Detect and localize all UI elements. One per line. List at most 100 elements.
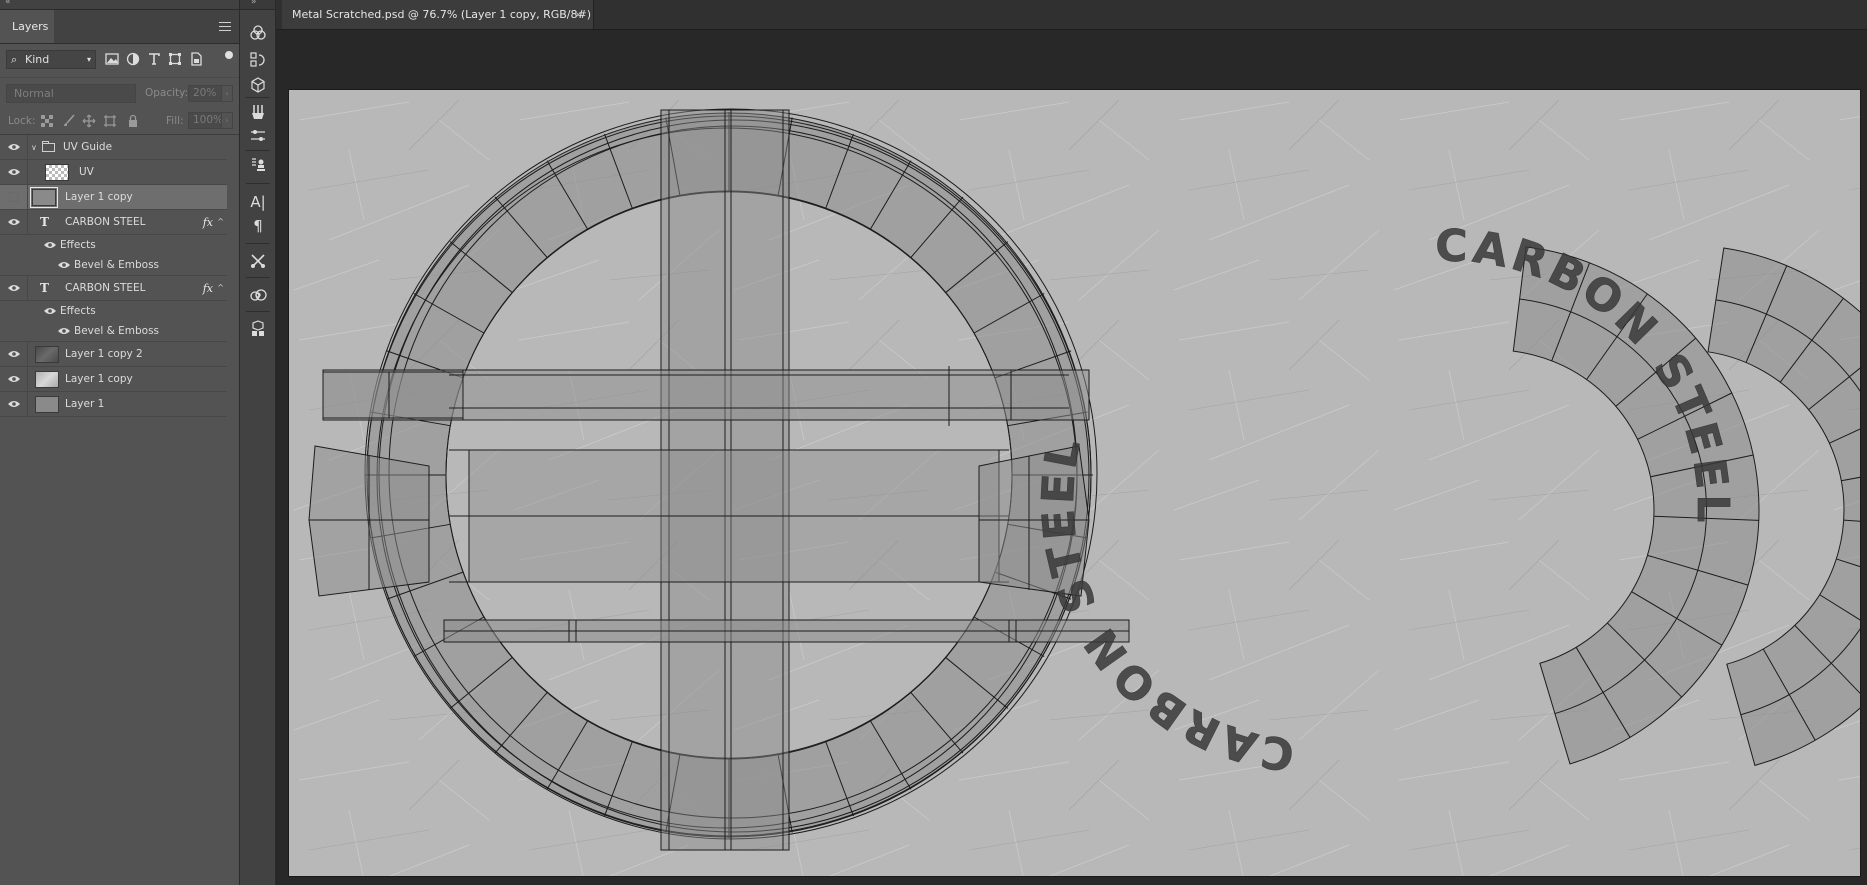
eye-icon[interactable] (8, 143, 20, 151)
brushes-panel-icon[interactable] (249, 103, 267, 121)
lock-image-brush-icon[interactable] (62, 114, 76, 128)
layer-list: ∨ UV Guide UV Layer 1 copy T CARBON STEE… (0, 135, 227, 417)
document-area: Metal Scratched.psd @ 76.7% (Layer 1 cop… (276, 0, 1867, 885)
lock-position-move-icon[interactable] (82, 114, 96, 128)
expand-arrows-icon[interactable]: » (251, 0, 257, 7)
shape-filter-icon[interactable] (167, 51, 183, 67)
folder-icon (42, 141, 55, 152)
filter-toggle-dot[interactable] (225, 51, 233, 59)
adjustment-filter-icon[interactable] (125, 51, 141, 67)
eye-icon[interactable] (8, 168, 20, 176)
visibility-column (0, 135, 28, 159)
divider (246, 243, 270, 244)
layer-name: Layer 1 copy 2 (65, 348, 143, 360)
lock-all-icon[interactable] (126, 114, 140, 128)
eye-icon[interactable] (8, 218, 20, 226)
dock-collapse-bar[interactable]: » (240, 0, 275, 10)
layer-row-uv-guide[interactable]: ∨ UV Guide (0, 135, 227, 160)
visibility-column (0, 301, 28, 321)
layer-row-layer-1[interactable]: Layer 1 (0, 392, 227, 417)
layer-row-layer-1-copy-selected[interactable]: Layer 1 copy (0, 185, 227, 210)
uv-layout-canvas[interactable]: CARBON STEEL CARBON STEEL (289, 90, 1860, 876)
panel-menu-icon[interactable] (219, 22, 231, 31)
divider (246, 150, 270, 151)
effect-name: Bevel & Emboss (74, 259, 160, 271)
layer-thumbnail (30, 187, 58, 208)
visibility-column (0, 342, 28, 366)
close-icon[interactable]: × (574, 0, 583, 29)
type-layer-icon: T (40, 281, 49, 295)
eye-icon[interactable] (8, 375, 20, 383)
chevron-up-icon[interactable]: ^ (217, 217, 224, 226)
visibility-column (0, 367, 28, 391)
effect-name: Bevel & Emboss (74, 325, 160, 337)
eye-icon[interactable] (44, 307, 56, 315)
canvas[interactable]: CARBON STEEL CARBON STEEL (288, 89, 1861, 877)
layer-row-uv[interactable]: UV (0, 160, 227, 185)
lock-transparent-icon[interactable] (40, 114, 54, 128)
divider (246, 183, 270, 184)
layer-row-carbon-steel-text[interactable]: T CARBON STEEL fx ^ (0, 276, 227, 301)
chevron-down-icon: ▾ (86, 55, 91, 64)
tab-layers[interactable]: Layers (0, 10, 54, 43)
layer-name: Layer 1 copy (65, 191, 133, 203)
divider (246, 311, 270, 312)
layer-name: CARBON STEEL (65, 282, 146, 294)
layer-row-effects[interactable]: Effects (0, 235, 227, 255)
panel-collapse-bar[interactable]: « (0, 0, 239, 10)
3d-panel-icon[interactable] (249, 76, 267, 94)
fill-field[interactable]: 100% (188, 112, 223, 129)
blend-mode-select[interactable]: Normal (6, 84, 136, 103)
layer-row-bevel-emboss[interactable]: Bevel & Emboss (0, 321, 227, 342)
lock-artboard-icon[interactable] (103, 114, 117, 128)
visibility-column (0, 276, 28, 300)
chevron-down-icon[interactable]: ∨ (31, 135, 37, 160)
layer-row-layer-1-copy-2[interactable]: Layer 1 copy 2 (0, 342, 227, 367)
pixel-filter-icon[interactable] (104, 51, 120, 67)
fx-icon[interactable]: fx (203, 210, 213, 235)
smart-object-filter-icon[interactable] (188, 51, 204, 67)
opacity-field[interactable]: 20% (188, 85, 222, 102)
visibility-column (0, 210, 28, 234)
color-panel-icon[interactable] (249, 24, 267, 42)
eye-icon[interactable] (58, 327, 70, 335)
opacity-label: Opacity: (145, 87, 189, 99)
filter-kind-label: Kind (25, 53, 50, 66)
divider (246, 97, 270, 98)
effects-label: Effects (60, 239, 96, 251)
layer-name: Layer 1 (65, 398, 105, 410)
fill-dropdown-icon[interactable]: › (221, 112, 233, 129)
brush-settings-icon[interactable] (249, 127, 267, 145)
layer-row-effects[interactable]: Effects (0, 301, 227, 321)
layer-row-carbon-steel-text[interactable]: T CARBON STEEL fx ^ (0, 210, 227, 235)
visibility-column (0, 392, 28, 416)
type-filter-icon[interactable] (146, 51, 162, 67)
layer-name: UV (79, 166, 94, 178)
filter-kind-select[interactable]: ⌕ Kind ▾ (6, 50, 96, 69)
eye-icon[interactable] (8, 400, 20, 408)
tool-presets-icon[interactable] (249, 252, 267, 270)
eye-icon[interactable] (58, 261, 70, 269)
clone-source-icon[interactable] (249, 156, 267, 174)
fill-label: Fill: (166, 115, 184, 127)
visibility-column (0, 255, 28, 275)
eye-icon[interactable] (8, 284, 20, 292)
eye-icon[interactable] (44, 241, 56, 249)
paragraph-panel-icon[interactable]: ¶ (249, 217, 267, 235)
lock-row: Lock: Fill: 100% › (0, 108, 239, 135)
fx-icon[interactable]: fx (203, 276, 213, 301)
document-tab[interactable]: Metal Scratched.psd @ 76.7% (Layer 1 cop… (282, 0, 594, 29)
visibility-off-icon[interactable] (9, 192, 19, 202)
layer-name: UV Guide (63, 141, 113, 153)
character-panel-icon[interactable]: A| (249, 193, 267, 211)
collapse-arrows-icon[interactable]: « (5, 0, 11, 7)
layer-row-layer-1-copy[interactable]: Layer 1 copy (0, 367, 227, 392)
opacity-dropdown-icon[interactable]: › (221, 85, 233, 102)
chevron-up-icon[interactable]: ^ (217, 283, 224, 292)
effects-label: Effects (60, 305, 96, 317)
eye-icon[interactable] (8, 350, 20, 358)
libraries-cloud-icon[interactable] (249, 286, 267, 304)
history-panel-icon[interactable] (249, 51, 267, 69)
layer-row-bevel-emboss[interactable]: Bevel & Emboss (0, 255, 227, 276)
properties-3d-icon[interactable] (249, 320, 267, 338)
